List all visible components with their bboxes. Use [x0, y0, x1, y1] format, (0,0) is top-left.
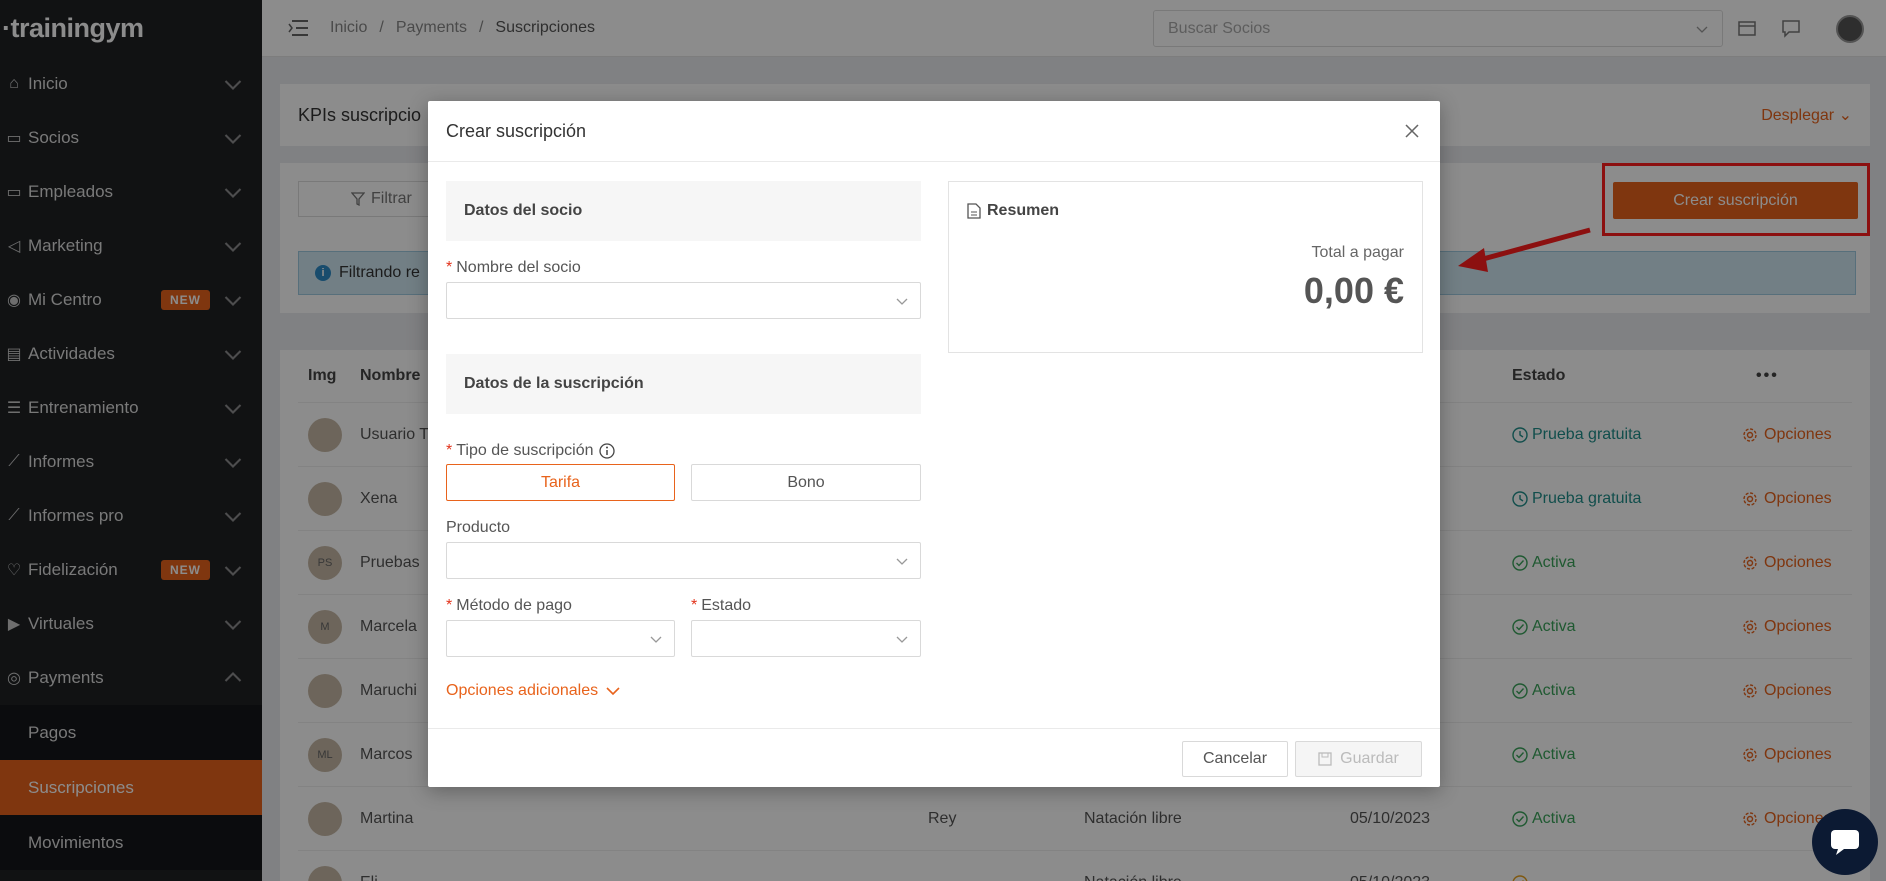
cancel-button[interactable]: Cancelar [1182, 741, 1288, 777]
info-circle-icon[interactable] [599, 443, 616, 459]
nombre-socio-select[interactable] [446, 282, 921, 319]
modal-footer: Cancelar Guardar [428, 728, 1440, 787]
modal-header: Crear suscripción [428, 101, 1440, 162]
additional-options-label: Opciones adicionales [446, 682, 599, 699]
create-subscription-modal: Crear suscripción Datos del socio * Nombr… [428, 101, 1440, 787]
summary-title: Resumen [967, 202, 1059, 220]
summary-panel: Resumen Total a pagar 0,00 € [948, 181, 1423, 353]
save-button[interactable]: Guardar [1295, 741, 1422, 777]
metodo-pago-select[interactable] [446, 620, 675, 657]
save-icon [1318, 752, 1332, 766]
tipo-suscripcion-label: * Tipo de suscripción [446, 442, 616, 460]
additional-options-toggle[interactable]: Opciones adicionales [446, 682, 620, 700]
chevron-down-icon [896, 298, 908, 305]
close-icon[interactable] [1402, 121, 1422, 141]
estado-label: * Estado [691, 597, 752, 614]
producto-select[interactable] [446, 542, 921, 579]
modal-title: Crear suscripción [446, 120, 587, 141]
document-icon [967, 203, 981, 219]
total-amount: 0,00 € [1303, 270, 1404, 311]
estado-select[interactable] [691, 620, 921, 657]
chevron-down-icon [650, 636, 662, 643]
section-socio-heading: Datos del socio [446, 181, 921, 241]
metodo-pago-label: * Método de pago [446, 597, 572, 614]
chevron-down-icon [896, 558, 908, 565]
chat-icon [1831, 830, 1859, 855]
producto-label: Producto [446, 519, 511, 536]
section-suscripcion-heading: Datos de la suscripción [446, 354, 921, 414]
nombre-socio-label: * Nombre del socio [446, 259, 581, 276]
tipo-bono-button[interactable]: Bono [691, 464, 921, 501]
tipo-tarifa-button[interactable]: Tarifa [446, 464, 675, 501]
chevron-down-icon [606, 687, 620, 696]
total-label: Total a pagar [1311, 244, 1404, 261]
chevron-down-icon [896, 636, 908, 643]
save-button-label: Guardar [1340, 750, 1399, 767]
chat-launcher[interactable] [1812, 809, 1878, 875]
